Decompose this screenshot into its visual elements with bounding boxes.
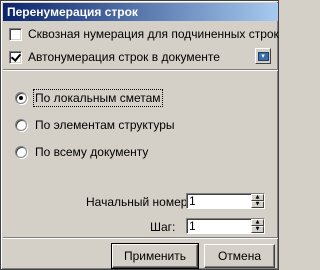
through-numbering-label: Сквозная нумерация для подчиненных строк [28,27,279,41]
step-label: Шаг: [150,220,176,234]
separator [3,69,278,71]
renumber-dialog: Перенумерация строк Сквозная нумерация д… [0,0,279,270]
scope-local-label: По локальным сметам [33,89,163,107]
start-number-label: Начальный номер: [86,195,191,209]
scope-structure-label: По элементам структуры [35,118,175,132]
auto-numbering-settings-button[interactable]: ▾ [255,48,271,64]
scope-document-option[interactable]: По всему документу [15,143,148,161]
auto-numbering-option[interactable]: Автонумерация строк в документе [9,48,220,66]
up-arrow-icon[interactable]: ▲ [251,219,264,226]
window-title: Перенумерация строк [3,3,278,21]
through-numbering-option[interactable]: Сквозная нумерация для подчиненных строк [9,25,279,43]
cancel-button-label: Отмена [217,249,262,263]
step-spinbox[interactable]: 1 ▲ ▼ [186,218,265,234]
start-number-spinbox[interactable]: 1 ▲ ▼ [186,193,265,209]
cancel-button[interactable]: Отмена [204,244,275,268]
separator [3,237,278,239]
through-numbering-checkbox[interactable] [9,27,22,41]
window-icon: ▾ [257,51,269,61]
apply-button-label: Применить [123,249,186,263]
up-arrow-icon[interactable]: ▲ [251,194,264,201]
scope-structure-option[interactable]: По элементам структуры [15,116,175,134]
step-value[interactable]: 1 [187,219,251,233]
down-arrow-icon[interactable]: ▼ [251,201,264,208]
auto-numbering-checkbox[interactable] [9,50,22,64]
scope-document-radio[interactable] [15,146,27,158]
auto-numbering-label: Автонумерация строк в документе [28,50,220,64]
scope-local-radio[interactable] [15,92,27,104]
start-number-value[interactable]: 1 [187,194,251,208]
scope-local-option[interactable]: По локальным сметам [15,89,163,107]
apply-button[interactable]: Применить [111,243,199,269]
down-arrow-icon[interactable]: ▼ [251,226,264,233]
scope-structure-radio[interactable] [15,119,27,131]
scope-document-label: По всему документу [35,145,149,159]
